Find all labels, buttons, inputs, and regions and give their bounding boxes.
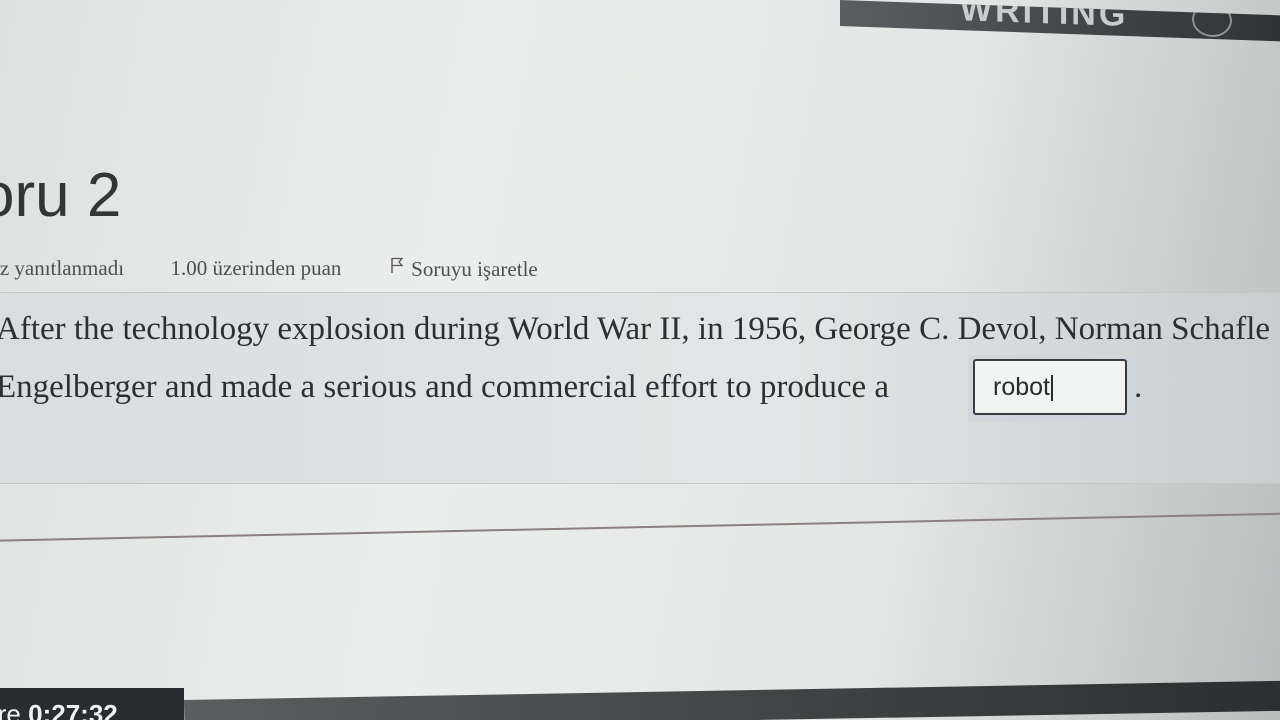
text-cursor [1050, 375, 1053, 402]
timer-label: ire [0, 699, 21, 720]
question-text-line-1: After the technology explosion during Wo… [0, 311, 1271, 347]
quiz-timer: ire 0:27:32 [0, 688, 184, 720]
question-status: iz yanıtlanmadı [0, 255, 125, 280]
question-meta: iz yanıtlanmadı 1.00 üzerinden puan Soru… [0, 254, 538, 282]
logo-icon [1192, 2, 1232, 38]
screen-bezel [184, 680, 1280, 720]
timer-value: 0:27:32 [28, 699, 118, 720]
quiz-screen: WRITING oru 2 iz yanıtlanmadı 1.00 üzeri… [0, 0, 1280, 720]
header-banner-text: WRITING [960, 0, 1129, 35]
question-points: 1.00 üzerinden puan [170, 255, 342, 280]
question-title: oru 2 [0, 161, 122, 230]
section-divider [0, 511, 1280, 542]
flag-question-label: Soruyu işaretle [411, 256, 538, 281]
answer-input-value: robot [993, 373, 1050, 401]
answer-focus-ring: robot [968, 355, 1134, 421]
header-banner: WRITING [840, 0, 1280, 42]
question-trailing-period: . [1134, 369, 1143, 405]
answer-input[interactable]: robot [973, 359, 1127, 415]
flag-question-link[interactable]: Soruyu işaretle [388, 255, 538, 282]
question-text-box: After the technology explosion during Wo… [0, 292, 1280, 484]
flag-icon [391, 257, 404, 273]
question-text-line-2: Engelberger and made a serious and comme… [0, 369, 890, 405]
